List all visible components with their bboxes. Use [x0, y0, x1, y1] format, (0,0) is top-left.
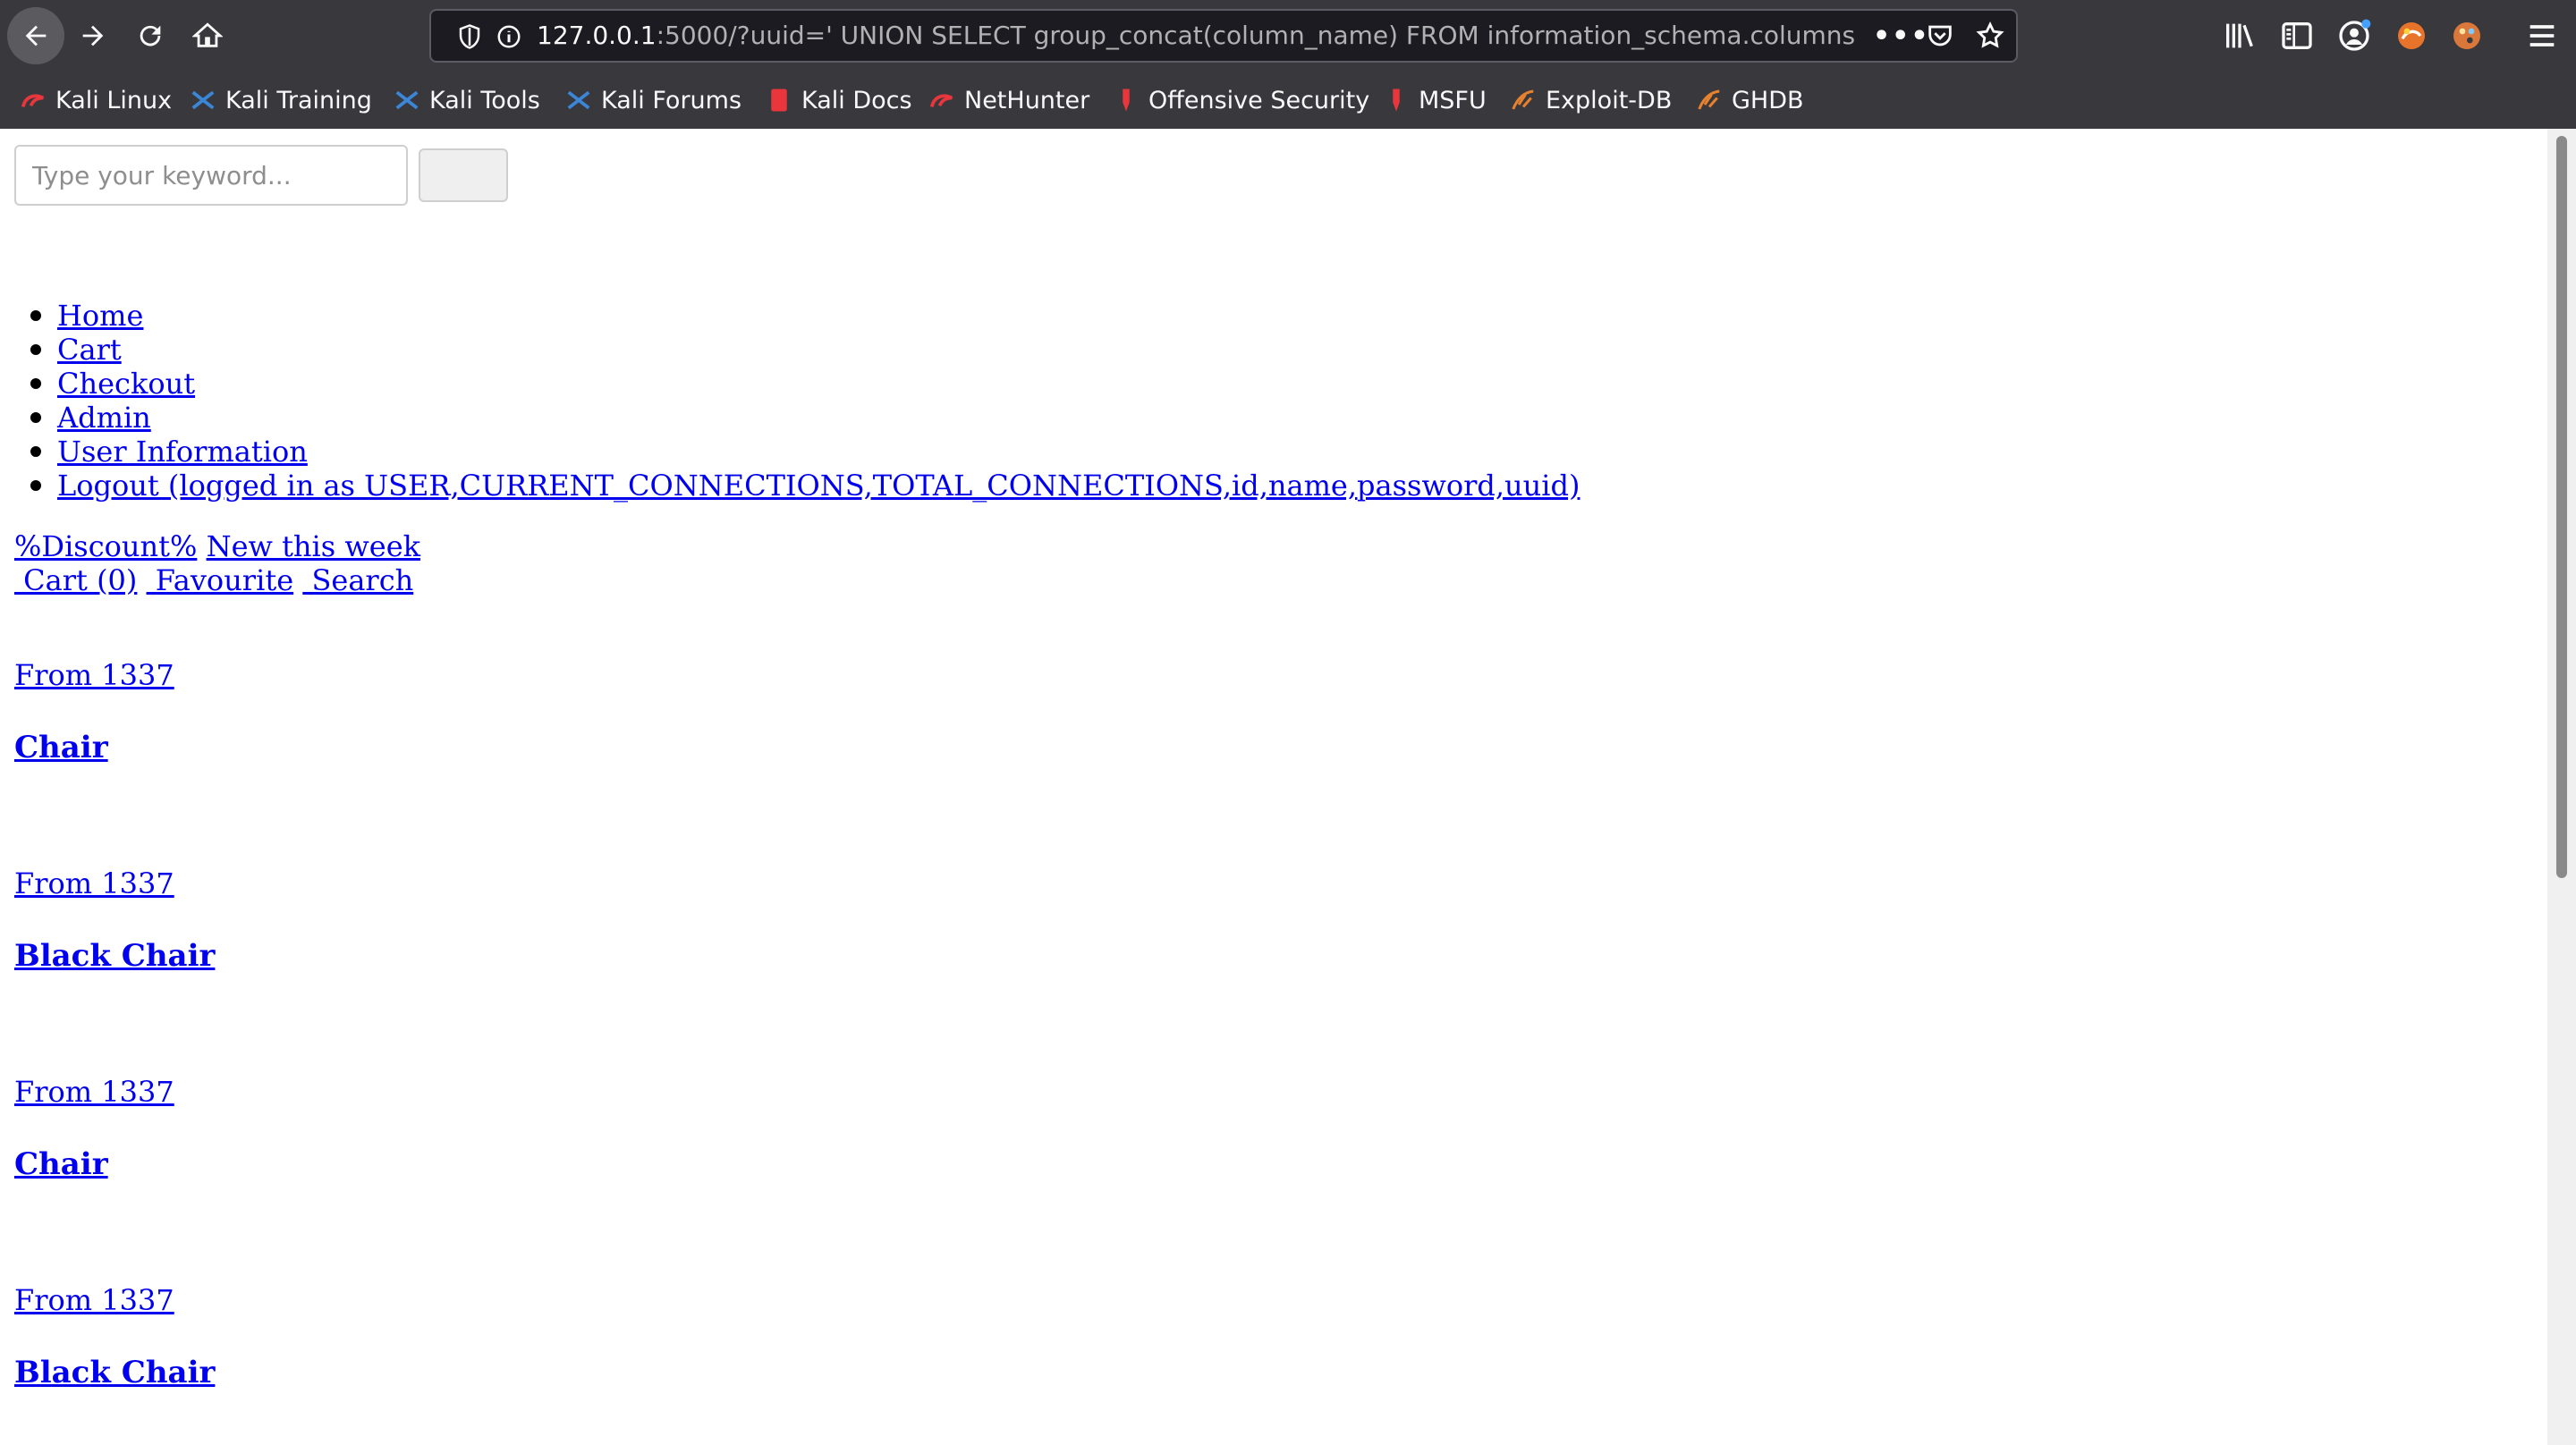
quick-actions: Cart (0) Favourite Search — [14, 563, 413, 597]
product-price-link[interactable]: From 1337 — [14, 658, 174, 692]
arrow-right-icon — [82, 25, 104, 46]
kali-forums-icon — [565, 87, 592, 114]
library-button[interactable] — [2222, 18, 2258, 54]
bookmark-kali-forums[interactable]: Kali Forums — [565, 77, 741, 123]
palette-icon — [2453, 22, 2480, 49]
home-button[interactable] — [179, 7, 236, 64]
favourite-link[interactable]: Favourite — [147, 563, 293, 597]
bookmarks-toolbar: Kali Linux Kali Training Kali Tools Kali… — [0, 77, 2576, 123]
menu-item-checkout: Checkout — [30, 367, 1580, 401]
product-price-link[interactable]: From 1337 — [14, 1075, 174, 1109]
extension-button-1[interactable] — [2394, 18, 2429, 54]
page-actions-button[interactable]: ••• — [1873, 11, 1930, 61]
account-button[interactable] — [2336, 18, 2372, 54]
menu-link-checkout[interactable]: Checkout — [57, 367, 195, 401]
forward-button[interactable] — [64, 7, 122, 64]
sidebar-icon — [2282, 22, 2312, 49]
search-submit-button[interactable] — [419, 148, 508, 202]
account-icon — [2339, 19, 2371, 51]
bookmark-label: Kali Linux — [55, 86, 173, 114]
menu-link-user-information[interactable]: User Information — [57, 435, 308, 469]
cart-link[interactable]: Cart (0) — [14, 563, 137, 597]
menu-item-admin: Admin — [30, 401, 1580, 435]
product-price-link[interactable]: From 1337 — [14, 866, 174, 900]
promo-links: %Discount% New this week — [14, 529, 420, 563]
product-name-link[interactable]: Black Chair — [14, 938, 215, 974]
discount-link[interactable]: %Discount% — [14, 529, 197, 563]
vertical-scrollbar[interactable] — [2547, 129, 2576, 1445]
library-icon — [2226, 23, 2253, 48]
msfu-icon — [1383, 87, 1410, 114]
menu-item-user-information: User Information — [30, 435, 1580, 469]
bookmark-label: MSFU — [1419, 86, 1487, 114]
bookmark-label: Kali Docs — [801, 86, 912, 114]
bookmark-label: Kali Tools — [429, 86, 540, 114]
bookmark-label: NetHunter — [964, 86, 1090, 114]
site-info-icon[interactable] — [496, 23, 522, 50]
url-text[interactable]: 127.0.0.1:5000/?uuid=' UNION SELECT grou… — [537, 11, 1932, 61]
exploit-db-icon — [1510, 87, 1537, 114]
bookmark-label: Kali Training — [225, 86, 372, 114]
pocket-button[interactable] — [1925, 11, 1955, 61]
scrollbar-thumb[interactable] — [2556, 136, 2567, 878]
product-name-link[interactable]: Chair — [14, 730, 108, 765]
kali-dragon-icon — [20, 87, 47, 114]
reload-button[interactable] — [122, 7, 179, 64]
bookmark-exploit-db[interactable]: Exploit-DB — [1510, 77, 1672, 123]
new-this-week-link[interactable]: New this week — [207, 529, 420, 563]
search-link[interactable]: Search — [302, 563, 413, 597]
product-name-link[interactable]: Chair — [14, 1146, 108, 1182]
pocket-icon — [1928, 25, 1952, 46]
arrow-left-icon — [25, 25, 47, 46]
bookmark-kali-training[interactable]: Kali Training — [190, 77, 372, 123]
star-icon — [1976, 21, 2004, 48]
search-input[interactable] — [14, 145, 408, 206]
page-content: Home Cart Checkout Admin User Informatio… — [0, 129, 2547, 1445]
sidebar-button[interactable] — [2279, 18, 2315, 54]
bookmark-msfu[interactable]: MSFU — [1383, 77, 1487, 123]
tracking-shield-icon[interactable] — [456, 23, 483, 50]
bookmark-label: GHDB — [1732, 86, 1804, 114]
bookmark-nethunter[interactable]: NetHunter — [928, 77, 1089, 123]
menu-item-home: Home — [30, 299, 1580, 333]
navigation-toolbar: 127.0.0.1:5000/?uuid=' UNION SELECT grou… — [0, 0, 2576, 72]
menu-link-admin[interactable]: Admin — [57, 401, 151, 435]
menu-link-logout[interactable]: Logout (logged in as USER,CURRENT_CONNEC… — [57, 469, 1580, 503]
extension-icon — [2398, 22, 2425, 49]
menu-item-cart: Cart — [30, 333, 1580, 367]
reload-icon — [140, 25, 161, 46]
bookmark-offensive-security[interactable]: Offensive Security — [1113, 77, 1369, 123]
menu-link-home[interactable]: Home — [57, 299, 143, 333]
bookmark-label: Exploit-DB — [1546, 86, 1673, 114]
bookmark-label: Offensive Security — [1148, 86, 1370, 114]
home-icon — [192, 22, 223, 47]
hamburger-menu-icon — [2529, 25, 2555, 46]
nethunter-icon — [928, 87, 955, 114]
offsec-icon — [1113, 87, 1140, 114]
browser-chrome: 127.0.0.1:5000/?uuid=' UNION SELECT grou… — [0, 0, 2576, 129]
url-path: :5000/?uuid=' UNION SELECT group_concat(… — [656, 21, 1856, 50]
kali-training-icon — [190, 87, 216, 114]
bookmark-kali-docs[interactable]: Kali Docs — [766, 77, 912, 123]
bookmark-ghdb[interactable]: GHDB — [1696, 77, 1804, 123]
url-bar[interactable]: 127.0.0.1:5000/?uuid=' UNION SELECT grou… — [429, 9, 2018, 63]
menu-item-logout: Logout (logged in as USER,CURRENT_CONNEC… — [30, 469, 1580, 503]
bookmark-kali-tools[interactable]: Kali Tools — [394, 77, 540, 123]
bookmark-kali-linux[interactable]: Kali Linux — [20, 77, 172, 123]
product-price-link[interactable]: From 1337 — [14, 1283, 174, 1317]
ghdb-icon — [1696, 87, 1723, 114]
bookmark-star-button[interactable] — [1975, 11, 2005, 61]
extension-button-2[interactable] — [2449, 18, 2485, 54]
product-name-link[interactable]: Black Chair — [14, 1355, 215, 1390]
back-button[interactable] — [7, 7, 64, 64]
bookmark-label: Kali Forums — [601, 86, 742, 114]
kali-tools-icon — [394, 87, 420, 114]
url-host: 127.0.0.1 — [537, 21, 657, 50]
menu-link-cart[interactable]: Cart — [57, 333, 122, 367]
main-menu: Home Cart Checkout Admin User Informatio… — [30, 299, 1580, 503]
kali-docs-icon — [766, 87, 792, 114]
app-menu-button[interactable] — [2524, 18, 2560, 54]
